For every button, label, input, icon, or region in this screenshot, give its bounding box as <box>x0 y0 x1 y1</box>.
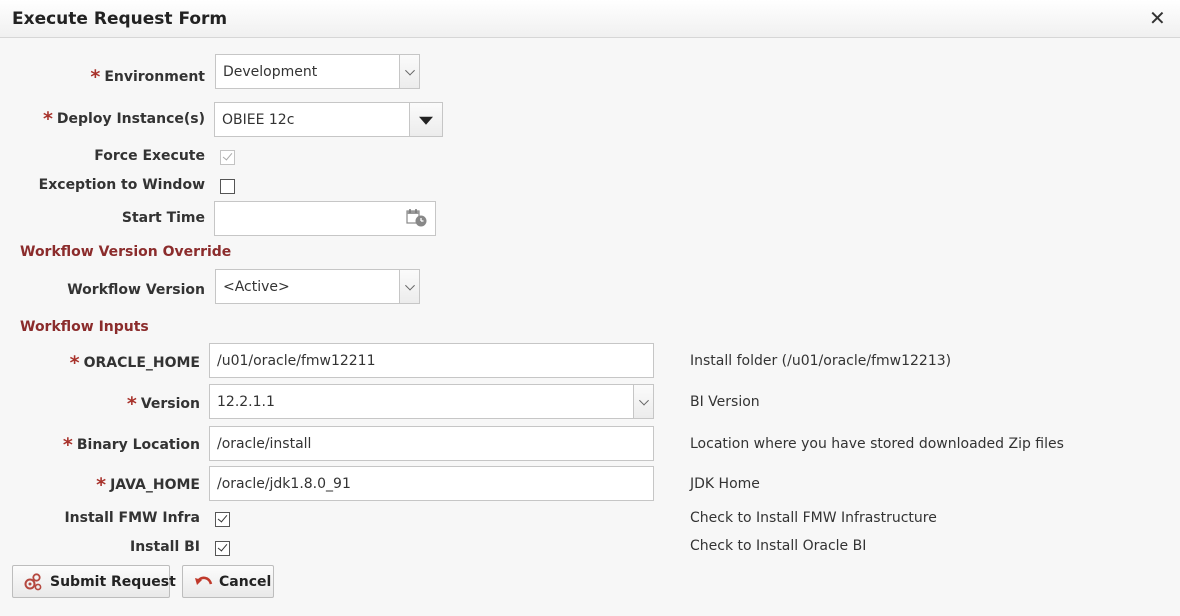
oracle-home-label: * ORACLE_HOME <box>69 352 200 374</box>
start-time-label: Start Time <box>121 210 205 226</box>
dropdown-arrow-icon[interactable] <box>409 103 442 136</box>
environment-label: * Environment <box>90 66 205 88</box>
environment-select[interactable]: Development <box>215 54 420 89</box>
undo-arrow-icon <box>195 576 213 585</box>
exception-to-window-label: Exception to Window <box>38 177 205 193</box>
close-icon[interactable]: ✕ <box>1149 8 1166 28</box>
oracle-home-help: Install folder (/u01/oracle/fmw12213) <box>690 353 952 369</box>
dialog-title: Execute Request Form <box>12 9 228 29</box>
java-home-help: JDK Home <box>690 476 760 492</box>
required-star: * <box>42 108 53 130</box>
force-execute-label: Force Execute <box>94 148 205 164</box>
force-execute-checkbox[interactable] <box>220 150 235 165</box>
chevron-down-icon[interactable] <box>399 55 419 88</box>
dialog-titlebar: Execute Request Form ✕ <box>0 0 1180 38</box>
start-time-input[interactable] <box>214 201 436 236</box>
install-fmw-infra-checkbox[interactable] <box>215 512 230 527</box>
cancel-button[interactable]: Cancel <box>182 565 274 598</box>
version-help: BI Version <box>690 394 760 410</box>
workflow-inputs-heading: Workflow Inputs <box>20 319 149 335</box>
chevron-down-icon[interactable] <box>633 385 653 418</box>
deploy-instances-label: * Deploy Instance(s) <box>42 108 205 130</box>
exception-to-window-checkbox[interactable] <box>220 179 235 194</box>
required-star: * <box>90 66 101 88</box>
install-fmw-infra-help: Check to Install FMW Infrastructure <box>690 510 937 526</box>
binary-location-help: Location where you have stored downloade… <box>690 436 1064 452</box>
calendar-clock-icon[interactable] <box>406 208 428 228</box>
deploy-instances-select[interactable]: OBIEE 12c <box>214 102 443 137</box>
java-home-input[interactable]: /oracle/jdk1.8.0_91 <box>209 466 654 501</box>
required-star: * <box>69 352 80 374</box>
oracle-home-input[interactable]: /u01/oracle/fmw12211 <box>209 343 654 378</box>
java-home-label: * JAVA_HOME <box>96 474 200 496</box>
check-icon <box>217 541 228 552</box>
check-icon <box>222 150 233 161</box>
environment-value: Development <box>223 63 318 80</box>
binary-location-label: * Binary Location <box>62 434 200 456</box>
install-fmw-infra-label: Install FMW Infra <box>64 510 200 526</box>
install-bi-checkbox[interactable] <box>215 541 230 556</box>
binary-location-input[interactable]: /oracle/install <box>209 426 654 461</box>
version-value: 12.2.1.1 <box>217 393 275 410</box>
required-star: * <box>96 474 107 496</box>
submit-request-label: Submit Request <box>50 573 176 590</box>
install-bi-help: Check to Install Oracle BI <box>690 538 867 554</box>
cancel-label: Cancel <box>219 573 272 590</box>
submit-request-button[interactable]: Submit Request <box>12 565 176 598</box>
check-icon <box>217 512 228 523</box>
version-select[interactable]: 12.2.1.1 <box>209 384 654 419</box>
required-star: * <box>126 393 137 415</box>
deploy-instances-value: OBIEE 12c <box>222 111 295 128</box>
install-bi-label: Install BI <box>130 539 200 555</box>
workflow-version-override-heading: Workflow Version Override <box>20 244 232 260</box>
workflow-version-value: <Active> <box>223 278 290 295</box>
version-label: * Version <box>126 393 200 415</box>
workflow-version-label: Workflow Version <box>67 282 205 298</box>
gears-icon <box>24 572 42 590</box>
chevron-down-icon[interactable] <box>399 270 419 303</box>
required-star: * <box>62 434 73 456</box>
workflow-version-select[interactable]: <Active> <box>215 269 420 304</box>
